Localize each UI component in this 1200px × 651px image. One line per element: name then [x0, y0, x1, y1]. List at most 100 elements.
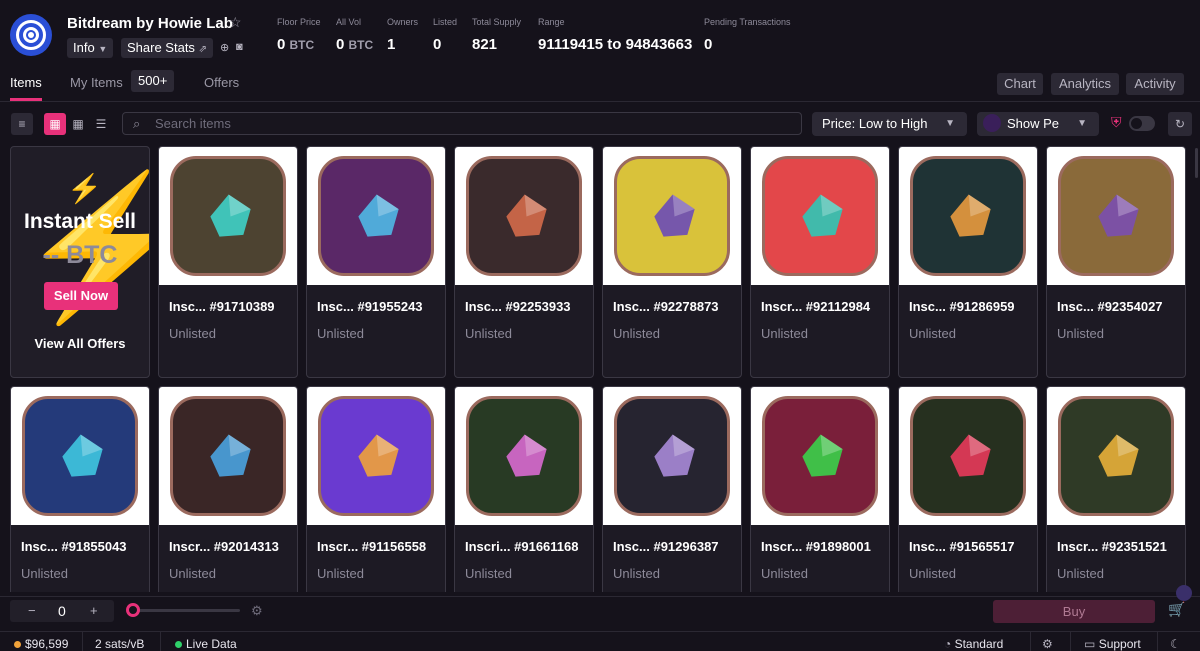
- item-name: Inscr... #91898001: [761, 539, 871, 554]
- info-label: Info: [73, 40, 95, 55]
- settings-icon[interactable]: ⚙: [251, 603, 263, 619]
- share-stats-button[interactable]: Share Stats ⇗: [121, 38, 213, 58]
- item-card[interactable]: Insc... #92278873 Unlisted: [602, 146, 742, 378]
- refresh-icon[interactable]: ↻: [1168, 112, 1192, 136]
- collection-header: Bitdream by Howie Lab ☆ Info ▼ Share Sta…: [0, 0, 1200, 70]
- item-card[interactable]: Insc... #92354027 Unlisted: [1046, 146, 1186, 378]
- item-image[interactable]: [455, 147, 593, 285]
- item-artwork-shape: [654, 434, 695, 477]
- activity-button[interactable]: Activity: [1126, 73, 1184, 95]
- item-artwork-frame: [170, 396, 286, 516]
- search-icon: ⌕: [133, 116, 141, 131]
- item-artwork-frame: [762, 396, 878, 516]
- chart-button[interactable]: Chart: [997, 73, 1043, 95]
- plus-button[interactable]: +: [90, 600, 98, 622]
- item-artwork-shape: [506, 194, 547, 237]
- item-artwork-frame: [1058, 396, 1174, 516]
- item-card[interactable]: Inscr... #91898001 Unlisted: [750, 386, 890, 592]
- item-card[interactable]: Insc... #91855043 Unlisted: [10, 386, 150, 592]
- shield-toggle[interactable]: [1129, 116, 1155, 131]
- stat-total-supply: Total Supply 821: [472, 17, 521, 53]
- item-status: Unlisted: [21, 566, 68, 581]
- search-input[interactable]: [155, 115, 785, 132]
- settings-icon[interactable]: ⚙: [1042, 637, 1053, 651]
- item-card[interactable]: Insc... #91296387 Unlisted: [602, 386, 742, 592]
- analytics-button[interactable]: Analytics: [1051, 73, 1119, 95]
- globe-icon[interactable]: ⊕: [220, 41, 229, 54]
- chat-bubble-icon[interactable]: [1176, 585, 1192, 601]
- item-image[interactable]: [159, 387, 297, 525]
- support-label: Support: [1098, 637, 1141, 651]
- item-image[interactable]: [899, 387, 1037, 525]
- live-data-indicator: Live Data: [175, 637, 237, 651]
- item-artwork-shape: [802, 194, 843, 237]
- item-card[interactable]: Inscr... #92112984 Unlisted: [750, 146, 890, 378]
- support-link[interactable]: ▭ Support: [1084, 637, 1141, 651]
- star-icon[interactable]: ☆: [229, 14, 242, 31]
- stat-pending-transactions: Pending Transactions 0: [704, 17, 791, 53]
- stat-value: 0: [704, 36, 713, 53]
- minus-button[interactable]: −: [28, 600, 36, 622]
- quantity-slider[interactable]: [130, 609, 240, 612]
- chevron-down-icon: ▼: [945, 118, 955, 129]
- item-card[interactable]: Insc... #91955243 Unlisted: [306, 146, 446, 378]
- item-artwork-frame: [318, 156, 434, 276]
- show-pending-dropdown[interactable]: Show Pe ▼: [977, 112, 1099, 136]
- item-card[interactable]: Insc... #91286959 Unlisted: [898, 146, 1038, 378]
- tab-active-indicator: [10, 98, 42, 101]
- item-image[interactable]: [603, 387, 741, 525]
- item-name: Insc... #92253933: [465, 299, 571, 314]
- mode-selector[interactable]: ◔ Standard: [944, 637, 1003, 651]
- large-grid-view-icon[interactable]: ▦: [44, 113, 66, 135]
- item-card[interactable]: Insc... #91565517 Unlisted: [898, 386, 1038, 592]
- tab-my-items[interactable]: My Items: [70, 75, 123, 90]
- item-image[interactable]: [307, 387, 445, 525]
- sell-now-button[interactable]: Sell Now: [44, 282, 118, 310]
- item-name: Insc... #91955243: [317, 299, 423, 314]
- item-status: Unlisted: [761, 326, 808, 341]
- quantity-value[interactable]: 0: [58, 600, 66, 622]
- item-image[interactable]: [11, 387, 149, 525]
- item-card[interactable]: Inscr... #92014313 Unlisted: [158, 386, 298, 592]
- item-name: Inscr... #92112984: [761, 299, 871, 314]
- search-box: ⌕: [122, 112, 802, 135]
- item-image[interactable]: [751, 147, 889, 285]
- scrollbar[interactable]: [1195, 148, 1198, 178]
- item-artwork-shape: [210, 194, 251, 237]
- theme-icon[interactable]: ☾: [1170, 637, 1181, 651]
- item-image[interactable]: [751, 387, 889, 525]
- item-card[interactable]: Insc... #92253933 Unlisted: [454, 146, 594, 378]
- item-card[interactable]: Inscri... #91661168 Unlisted: [454, 386, 594, 592]
- mode-label: Standard: [954, 637, 1004, 651]
- item-image[interactable]: [307, 147, 445, 285]
- discord-icon[interactable]: ◙: [236, 41, 243, 53]
- item-card[interactable]: Insc... #91710389 Unlisted: [158, 146, 298, 378]
- info-dropdown[interactable]: Info ▼: [67, 38, 114, 58]
- item-artwork-shape: [950, 194, 991, 237]
- item-image[interactable]: [1047, 147, 1185, 285]
- item-card[interactable]: Inscr... #91156558 Unlisted: [306, 386, 446, 592]
- stat-value: 0: [433, 36, 442, 53]
- item-image[interactable]: [1047, 387, 1185, 525]
- cart-icon[interactable]: 🛒: [1168, 601, 1185, 618]
- item-image[interactable]: [455, 387, 593, 525]
- sort-dropdown[interactable]: Price: Low to High ▼: [812, 112, 967, 136]
- tab-offers[interactable]: Offers: [204, 75, 239, 90]
- item-image[interactable]: [603, 147, 741, 285]
- item-status: Unlisted: [1057, 326, 1104, 341]
- live-dot-icon: [175, 641, 182, 648]
- view-all-offers-link[interactable]: View All Offers: [11, 336, 149, 351]
- small-grid-view-icon[interactable]: ▦: [67, 113, 89, 135]
- tab-items[interactable]: Items: [10, 75, 42, 90]
- item-artwork-shape: [358, 194, 399, 237]
- slider-handle[interactable]: [126, 603, 140, 617]
- list-view-icon[interactable]: ☰: [90, 113, 112, 135]
- stat-owners: Owners 1: [387, 17, 418, 53]
- item-image[interactable]: [159, 147, 297, 285]
- item-card[interactable]: Inscr... #92351521 Unlisted: [1046, 386, 1186, 592]
- filter-icon[interactable]: ≡: [11, 113, 33, 135]
- item-image[interactable]: [899, 147, 1037, 285]
- item-artwork-shape: [1098, 434, 1139, 477]
- buy-button[interactable]: Buy: [993, 600, 1155, 623]
- wallet-avatar-icon: [983, 114, 1001, 132]
